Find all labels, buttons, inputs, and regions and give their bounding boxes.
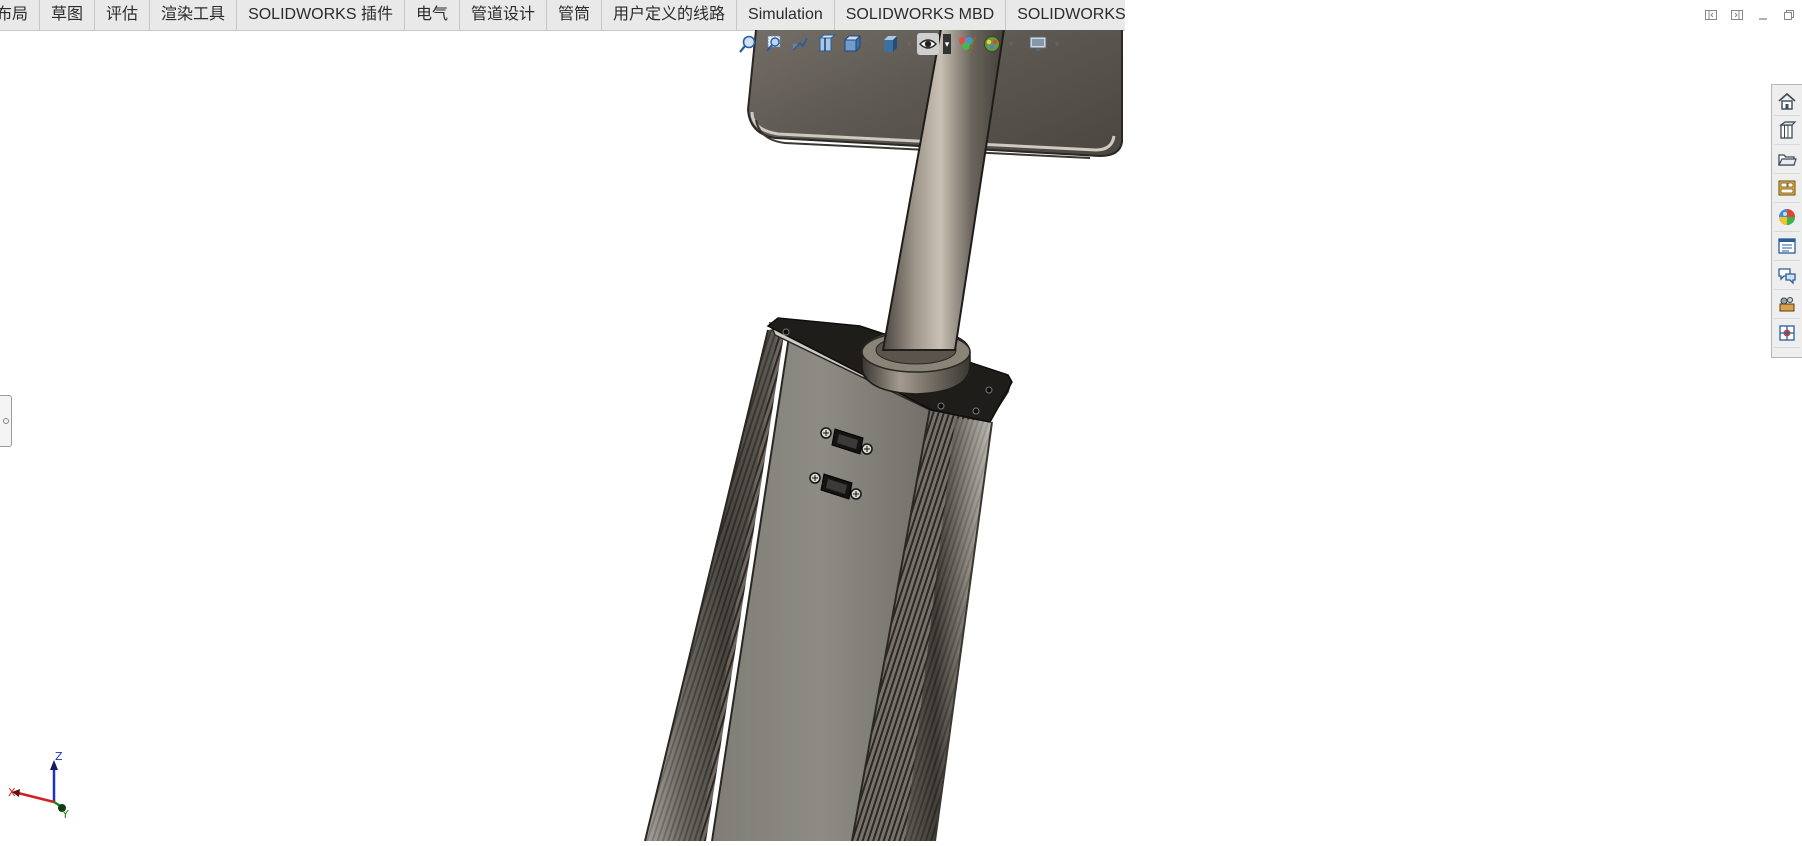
tab-layout[interactable]: 布局 <box>0 0 41 30</box>
forum-icon[interactable] <box>1774 261 1800 290</box>
triad-z-label: Z <box>55 750 63 763</box>
window-controls <box>1698 6 1802 24</box>
edit-appearance-icon[interactable] <box>955 33 977 55</box>
tab-solidworks-mbd[interactable]: SOLIDWORKS MBD <box>835 0 1007 30</box>
zoom-to-fit-icon[interactable] <box>737 33 759 55</box>
zoom-to-area-icon[interactable] <box>763 33 785 55</box>
tab-user-defined-routing[interactable]: 用户定义的线路 <box>602 0 738 30</box>
appearances-scenes-icon[interactable] <box>1774 203 1800 232</box>
triad-x-label: X <box>8 786 16 799</box>
model-render <box>644 0 1123 842</box>
file-explorer-icon[interactable] <box>1774 145 1800 174</box>
previous-view-icon[interactable] <box>789 33 811 55</box>
section-view-icon[interactable] <box>815 33 837 55</box>
tab-solidworks-cam[interactable]: SOLIDWORKS CAM <box>1006 0 1125 30</box>
feature-manager-collapse-handle[interactable] <box>0 395 12 447</box>
command-manager-tabs: 布局 草图 评估 渲染工具 SOLIDWORKS 插件 电气 管道设计 管筒 用… <box>0 0 1125 31</box>
display-style-icon[interactable] <box>879 33 901 55</box>
hide-show-items-icon[interactable] <box>917 33 939 55</box>
toolbox-icon[interactable] <box>1774 290 1800 319</box>
tab-electrical[interactable]: 电气 <box>405 0 460 30</box>
view-orientation-dropdown-icon[interactable]: ▾ <box>867 39 875 50</box>
restore-icon[interactable] <box>1776 6 1802 24</box>
design-library-icon[interactable] <box>1774 116 1800 145</box>
heads-up-view-toolbar: ▾ ▾ ▾ ▾ ▾ <box>737 30 1061 58</box>
dock-right-icon[interactable] <box>1724 6 1750 24</box>
dock-left-icon[interactable] <box>1698 6 1724 24</box>
view-settings-icon[interactable] <box>1027 33 1049 55</box>
apply-scene-dropdown-icon[interactable]: ▾ <box>1007 39 1015 50</box>
task-pane <box>1771 84 1802 358</box>
display-style-dropdown-icon[interactable]: ▾ <box>905 39 913 50</box>
view-settings-dropdown-icon[interactable]: ▾ <box>1053 39 1061 50</box>
tab-evaluate[interactable]: 评估 <box>95 0 151 30</box>
hide-show-dropdown-icon[interactable]: ▾ <box>943 34 951 54</box>
view-triad: Z X Y <box>6 750 76 827</box>
triad-y-label: Y <box>62 808 69 821</box>
tab-piping[interactable]: 管道设计 <box>460 0 548 30</box>
3d-content-central-icon[interactable] <box>1774 319 1800 348</box>
tab-sketch[interactable]: 草图 <box>40 0 96 30</box>
tab-solidworks-addins[interactable]: SOLIDWORKS 插件 <box>237 0 405 30</box>
apply-scene-icon[interactable] <box>981 33 1003 55</box>
graphics-area[interactable]: Z X Y <box>0 0 1772 842</box>
view-orientation-icon[interactable] <box>841 33 863 55</box>
tab-tubing[interactable]: 管筒 <box>547 0 603 30</box>
tab-simulation[interactable]: Simulation <box>737 0 835 30</box>
tab-render-tools[interactable]: 渲染工具 <box>150 0 238 30</box>
view-palette-icon[interactable] <box>1774 174 1800 203</box>
solidworks-resources-icon[interactable] <box>1774 87 1800 116</box>
custom-properties-icon[interactable] <box>1774 232 1800 261</box>
minimize-icon[interactable] <box>1750 6 1776 24</box>
